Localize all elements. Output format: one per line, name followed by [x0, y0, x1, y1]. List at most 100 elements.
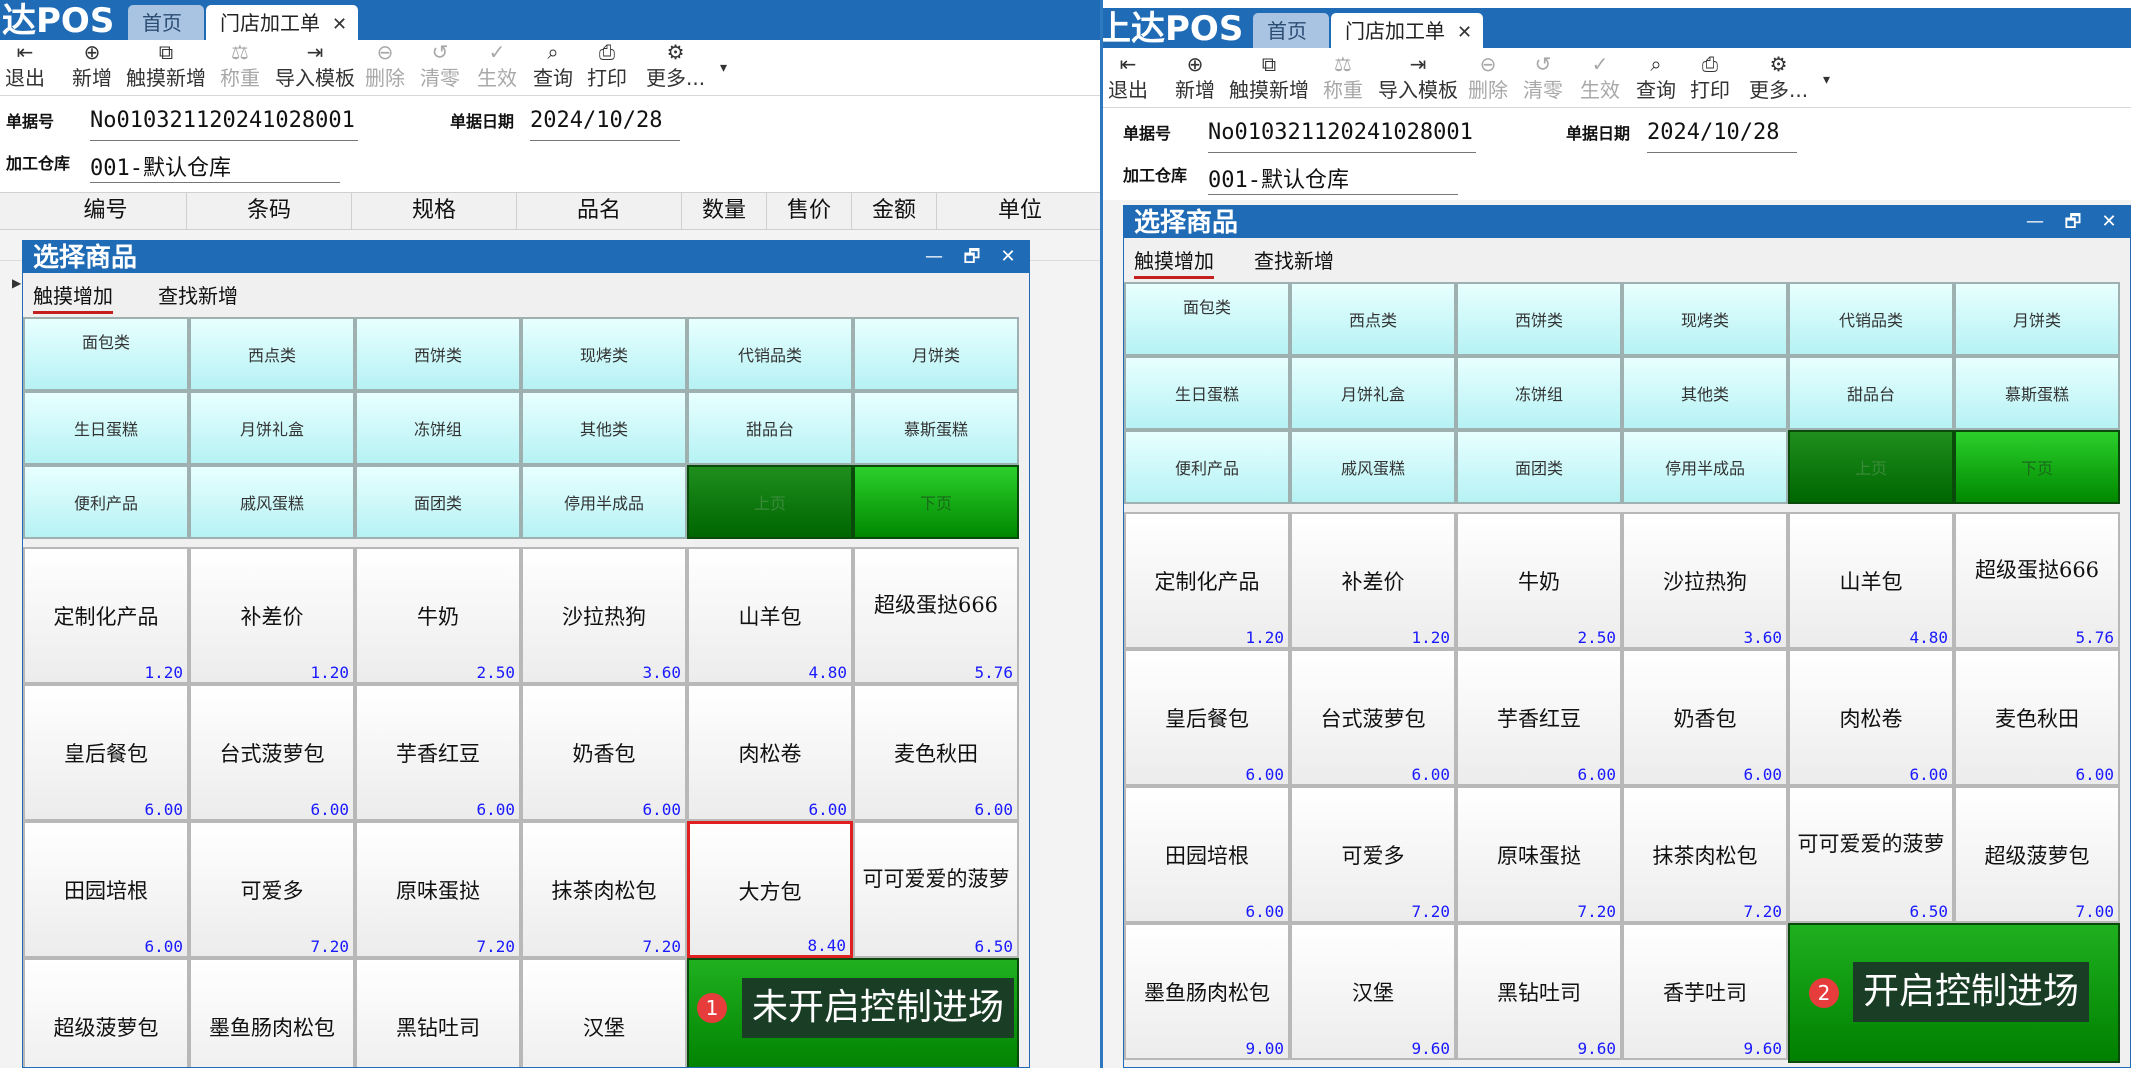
category-button[interactable]: 其他类 [521, 391, 687, 465]
toolbar-button-1[interactable]: ⊕ 新增 [72, 40, 112, 92]
product-button[interactable]: 田园培根 6.00 [23, 821, 189, 958]
category-button[interactable]: 代销品类 [1788, 282, 1954, 356]
product-button[interactable]: 可爱多 7.20 [189, 821, 355, 958]
tab-touch-add[interactable]: 触摸增加 [1134, 246, 1214, 279]
close-icon[interactable]: ✕ [991, 241, 1025, 273]
category-button[interactable]: 上页 [687, 465, 853, 539]
product-button[interactable]: 抹茶肉松包 7.20 [521, 821, 687, 958]
product-button[interactable]: 山羊包 4.80 [1788, 512, 1954, 649]
product-button[interactable]: 芋香红豆 6.00 [355, 684, 521, 821]
toolbar-button-0[interactable]: ⇤ 退出 [5, 40, 45, 92]
product-button[interactable]: 黑钻吐司 [355, 958, 521, 1067]
product-button[interactable]: 大方包 8.40 [687, 821, 853, 958]
doc-date-field[interactable]: 2024/10/28 [530, 108, 680, 141]
category-button[interactable]: 上页 [1788, 430, 1954, 504]
category-button[interactable]: 现烤类 [521, 317, 687, 391]
toolbar-button-5[interactable]: ⊖ 删除 [365, 40, 405, 92]
chevron-down-icon[interactable]: ▾ [720, 60, 727, 76]
chevron-down-icon[interactable]: ▾ [1823, 72, 1830, 88]
toolbar-button-8[interactable]: ⌕ 查询 [1636, 52, 1676, 104]
product-button[interactable]: 沙拉热狗 3.60 [1622, 512, 1788, 649]
category-button[interactable]: 面团类 [355, 465, 521, 539]
category-button[interactable]: 月饼类 [1954, 282, 2120, 356]
product-button[interactable]: 原味蛋挞 7.20 [1456, 786, 1622, 923]
toolbar-button-7[interactable]: ✓ 生效 [1580, 52, 1620, 104]
toolbar-button-1[interactable]: ⊕ 新增 [1175, 52, 1215, 104]
category-button[interactable]: 慕斯蛋糕 [1954, 356, 2120, 430]
category-button[interactable]: 戚风蛋糕 [189, 465, 355, 539]
product-button[interactable]: 黑钻吐司 9.60 [1456, 923, 1622, 1060]
toolbar-button-6[interactable]: ↺ 清零 [1523, 52, 1563, 104]
category-button[interactable]: 生日蛋糕 [23, 391, 189, 465]
col-header-barcode[interactable]: 条码 [187, 193, 352, 229]
category-button[interactable]: 现烤类 [1622, 282, 1788, 356]
product-button[interactable]: 墨鱼肠肉松包 9.00 [1124, 923, 1290, 1060]
doc-no-field[interactable]: No010321120241028001 [90, 108, 358, 141]
tab-store-processing[interactable]: 门店加工单 ✕ [1331, 13, 1483, 48]
category-button[interactable]: 生日蛋糕 [1124, 356, 1290, 430]
product-button[interactable]: 麦色秋田 6.00 [853, 684, 1019, 821]
category-button[interactable]: 戚风蛋糕 [1290, 430, 1456, 504]
toolbar-button-9[interactable]: ⎙ 打印 [587, 40, 627, 92]
toolbar-button-10[interactable]: ⚙ 更多... [646, 40, 705, 92]
product-button[interactable]: 肉松卷 6.00 [1788, 649, 1954, 786]
close-icon[interactable]: ✕ [2092, 206, 2126, 238]
product-button[interactable]: 可爱多 7.20 [1290, 786, 1456, 923]
tab-touch-add[interactable]: 触摸增加 [33, 281, 113, 314]
product-button[interactable]: 台式菠萝包 6.00 [189, 684, 355, 821]
product-button[interactable]: 抹茶肉松包 7.20 [1622, 786, 1788, 923]
toolbar-button-9[interactable]: ⎙ 打印 [1690, 52, 1730, 104]
col-header-qty[interactable]: 数量 [682, 193, 767, 229]
restore-icon[interactable]: 🗗 [955, 241, 989, 273]
tab-search-add[interactable]: 查找新增 [1254, 246, 1334, 276]
toolbar-button-4[interactable]: ⇥ 导入模板 [1378, 52, 1458, 104]
product-button[interactable]: 皇后餐包 6.00 [1124, 649, 1290, 786]
close-icon[interactable]: ✕ [332, 14, 347, 35]
tab-home[interactable]: 首页 [128, 5, 204, 40]
category-button[interactable]: 下页 [853, 465, 1019, 539]
toolbar-button-3[interactable]: ⚖ 称重 [220, 40, 260, 92]
col-header-code[interactable]: 编号 [25, 193, 187, 229]
product-button[interactable]: 可可爱爱的菠萝 6.50 [1788, 786, 1954, 923]
product-button[interactable]: 芋香红豆 6.00 [1456, 649, 1622, 786]
category-button[interactable]: 停用半成品 [1622, 430, 1788, 504]
category-button[interactable]: 面包类 [23, 317, 189, 391]
category-button[interactable]: 月饼礼盒 [1290, 356, 1456, 430]
toolbar-button-3[interactable]: ⚖ 称重 [1323, 52, 1363, 104]
toolbar-button-6[interactable]: ↺ 清零 [420, 40, 460, 92]
category-button[interactable]: 慕斯蛋糕 [853, 391, 1019, 465]
category-button[interactable]: 冻饼组 [355, 391, 521, 465]
category-button[interactable]: 冻饼组 [1456, 356, 1622, 430]
product-button[interactable]: 超级菠萝包 [23, 958, 189, 1067]
product-button[interactable]: 汉堡 9.60 [1290, 923, 1456, 1060]
tab-search-add[interactable]: 查找新增 [158, 281, 238, 311]
col-header-price[interactable]: 售价 [767, 193, 852, 229]
category-button[interactable]: 代销品类 [687, 317, 853, 391]
col-header-spec[interactable]: 规格 [352, 193, 517, 229]
category-button[interactable]: 面包类 [1124, 282, 1290, 356]
product-button[interactable]: 超级蛋挞666 5.76 [853, 547, 1019, 684]
col-header-amount[interactable]: 金额 [852, 193, 937, 229]
category-button[interactable]: 便利产品 [23, 465, 189, 539]
category-button[interactable]: 西点类 [189, 317, 355, 391]
product-button[interactable]: 墨鱼肠肉松包 [189, 958, 355, 1067]
product-button[interactable]: 定制化产品 1.20 [23, 547, 189, 684]
category-button[interactable]: 便利产品 [1124, 430, 1290, 504]
doc-no-field[interactable]: No010321120241028001 [1208, 120, 1476, 153]
product-button[interactable]: 汉堡 [521, 958, 687, 1067]
toolbar-button-5[interactable]: ⊖ 删除 [1468, 52, 1508, 104]
warehouse-field[interactable]: 001-默认仓库 [90, 150, 340, 183]
close-icon[interactable]: ✕ [1457, 22, 1472, 43]
toolbar-button-10[interactable]: ⚙ 更多... [1749, 52, 1808, 104]
product-button[interactable]: 山羊包 4.80 [687, 547, 853, 684]
col-header-unit[interactable]: 单位 [937, 193, 1103, 229]
toolbar-button-2[interactable]: ⧉ 触摸新增 [1229, 52, 1309, 104]
toolbar-button-0[interactable]: ⇤ 退出 [1108, 52, 1148, 104]
toolbar-button-7[interactable]: ✓ 生效 [477, 40, 517, 92]
category-button[interactable]: 月饼礼盒 [189, 391, 355, 465]
category-button[interactable]: 面团类 [1456, 430, 1622, 504]
product-button[interactable]: 沙拉热狗 3.60 [521, 547, 687, 684]
product-button[interactable]: 可可爱爱的菠萝 6.50 [853, 821, 1019, 958]
restore-icon[interactable]: 🗗 [2056, 206, 2090, 238]
warehouse-field[interactable]: 001-默认仓库 [1208, 162, 1458, 195]
